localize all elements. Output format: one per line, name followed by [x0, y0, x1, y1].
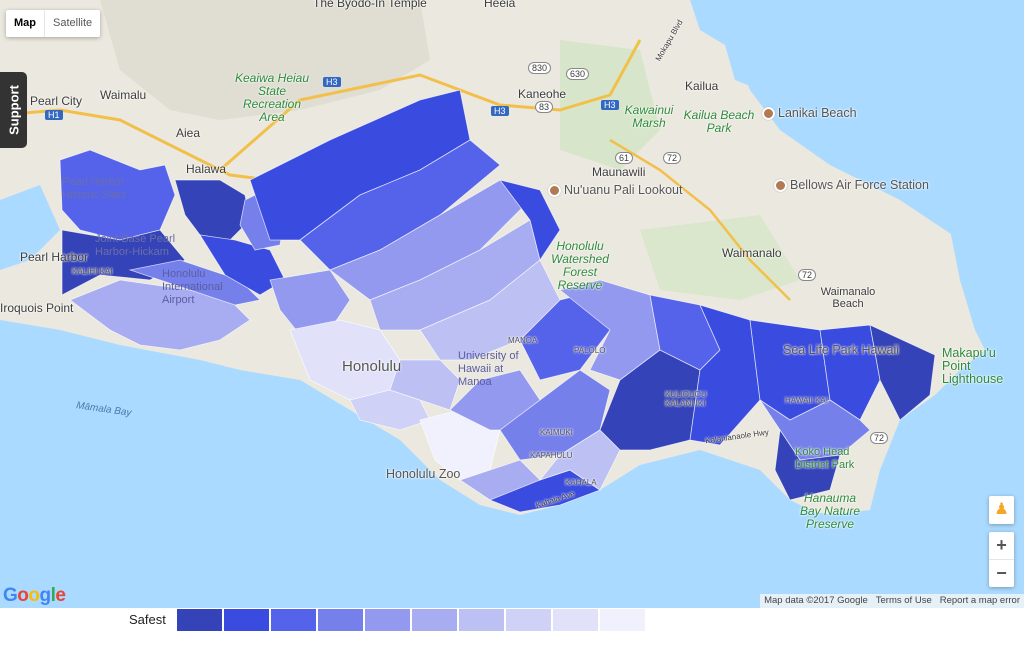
terms-of-use-link[interactable]: Terms of Use: [872, 594, 936, 608]
poi-lanikai-label: Lanikai Beach: [778, 106, 857, 120]
label-halawa: Halawa: [186, 162, 227, 176]
park-kailua-beach: Kailua Beach Park: [683, 108, 755, 135]
report-map-error-link[interactable]: Report a map error: [936, 594, 1024, 608]
legend-swatches: [177, 609, 647, 631]
shield-830: 830: [528, 62, 552, 74]
legend-swatch: [506, 609, 551, 631]
label-iroquois-point: Iroquois Point: [0, 301, 74, 315]
shield-h3-a: H3: [323, 77, 341, 87]
poi-zoo-label: Honolulu Zoo: [386, 467, 461, 481]
street-view-pegman-icon[interactable]: ♟: [989, 496, 1014, 524]
legend-swatch: [600, 609, 645, 631]
label-manoa: MANOA: [508, 336, 538, 345]
park-hanauma: Hanauma Bay Nature Preserve: [799, 491, 861, 531]
poi-makapuu-label: Makapu'u Point Lighthouse: [942, 346, 1004, 386]
label-pearl-harbor: Pearl Harbor: [20, 250, 89, 264]
map-canvas[interactable]: Map Satellite Support The Byodo-In Templ…: [0, 0, 1024, 608]
label-waimanalo: Waimanalo: [722, 246, 782, 260]
label-waimanalo-beach: Waimanalo Beach: [820, 286, 876, 310]
place-pin-icon: [548, 184, 561, 198]
map-type-control: Map Satellite: [6, 10, 101, 37]
poi-nuuanu[interactable]: Nu'uanu Pali Lookout: [548, 183, 683, 198]
legend-swatch: [365, 609, 410, 631]
poi-zoo[interactable]: Honolulu Zoo: [386, 467, 460, 481]
map-type-satellite-button[interactable]: Satellite: [44, 10, 100, 37]
label-palolo: PALOLO: [574, 346, 606, 355]
shield-h3-b: H3: [491, 106, 509, 116]
legend-swatch: [412, 609, 457, 631]
legend-swatch: [224, 609, 269, 631]
park-kawainui: Kawainui Marsh: [624, 103, 674, 130]
poi-makapuu[interactable]: Makapu'u Point Lighthouse: [942, 347, 1024, 386]
label-kaneohe: Kaneohe: [518, 87, 567, 101]
legend-swatch: [271, 609, 316, 631]
label-aiea: Aiea: [176, 126, 201, 140]
shield-83: 83: [535, 101, 554, 113]
label-waimalu: Waimalu: [100, 88, 147, 102]
poi-joint-base: Joint Base Pearl Harbor-Hickam: [95, 233, 176, 258]
poi-university: University of Hawaii at Manoa: [458, 350, 519, 388]
label-kahala: KAHALA: [565, 478, 597, 487]
shield-72: 72: [663, 152, 682, 164]
shield-h3-c: H3: [601, 100, 619, 110]
label-kaimuki: KAIMUKI: [540, 428, 573, 437]
legend-swatch: [177, 609, 222, 631]
zoom-control: + −: [989, 532, 1014, 587]
legend-label: Safest: [129, 612, 166, 627]
shield-72-b: 72: [798, 269, 817, 281]
support-label: Support: [6, 85, 21, 135]
park-watershed: Honolulu Watershed Forest Reserve: [551, 239, 609, 292]
label-kalihi-kai: KALIHI KAI: [72, 267, 113, 276]
shield-h1: H1: [45, 110, 63, 120]
google-logo: Google: [3, 585, 66, 606]
label-heeia: Heeia: [484, 0, 516, 10]
map-type-map-button[interactable]: Map: [6, 10, 44, 37]
label-kapahulu: KAPAHULU: [530, 451, 573, 460]
poi-lanikai[interactable]: Lanikai Beach: [762, 106, 857, 121]
poi-bellows[interactable]: Bellows Air Force Station: [774, 178, 929, 193]
support-tab[interactable]: Support: [0, 72, 27, 148]
poi-airport: Honolulu International Airport: [162, 268, 223, 306]
place-pin-icon: [762, 107, 775, 121]
park-keaiwa: Keaiwa Heiau State Recreation Area: [234, 71, 310, 124]
shield-630: 630: [566, 68, 590, 80]
label-kuliouou: KULIOUOU KALANI IKI: [665, 390, 707, 408]
zoom-out-button[interactable]: −: [989, 560, 1014, 587]
attribution-bar: Map data ©2017 Google Terms of Use Repor…: [760, 594, 1024, 608]
poi-sea-life[interactable]: Sea Life Park Hawaii: [783, 343, 899, 357]
safety-legend: Safest: [0, 608, 1024, 646]
legend-swatch: [318, 609, 363, 631]
poi-koko-head: Koko Head District Park: [795, 446, 855, 471]
legend-swatch: [459, 609, 504, 631]
poi-pearl-harbor-sites: Pearl Harbor Historic Sites: [62, 176, 127, 201]
place-pin-icon: [774, 179, 787, 193]
poi-bellows-label: Bellows Air Force Station: [790, 178, 929, 192]
shield-72-c: 72: [870, 432, 889, 444]
poi-nuuanu-label: Nu'uanu Pali Lookout: [564, 183, 683, 197]
label-kailua: Kailua: [685, 79, 719, 93]
label-maunawili: Maunawili: [592, 165, 646, 179]
shield-61: 61: [615, 152, 634, 164]
label-pearl-city: Pearl City: [30, 94, 83, 108]
legend-swatch: [553, 609, 598, 631]
label-honolulu: Honolulu: [342, 358, 402, 375]
map-data-credit: Map data ©2017 Google: [764, 595, 868, 606]
zoom-in-button[interactable]: +: [989, 532, 1014, 559]
poi-sea-life-label: Sea Life Park Hawaii: [783, 343, 900, 357]
label-hawaii-kai: HAWAII KAI: [785, 396, 828, 405]
label-byodo: The Byodo-In Temple: [313, 0, 427, 10]
